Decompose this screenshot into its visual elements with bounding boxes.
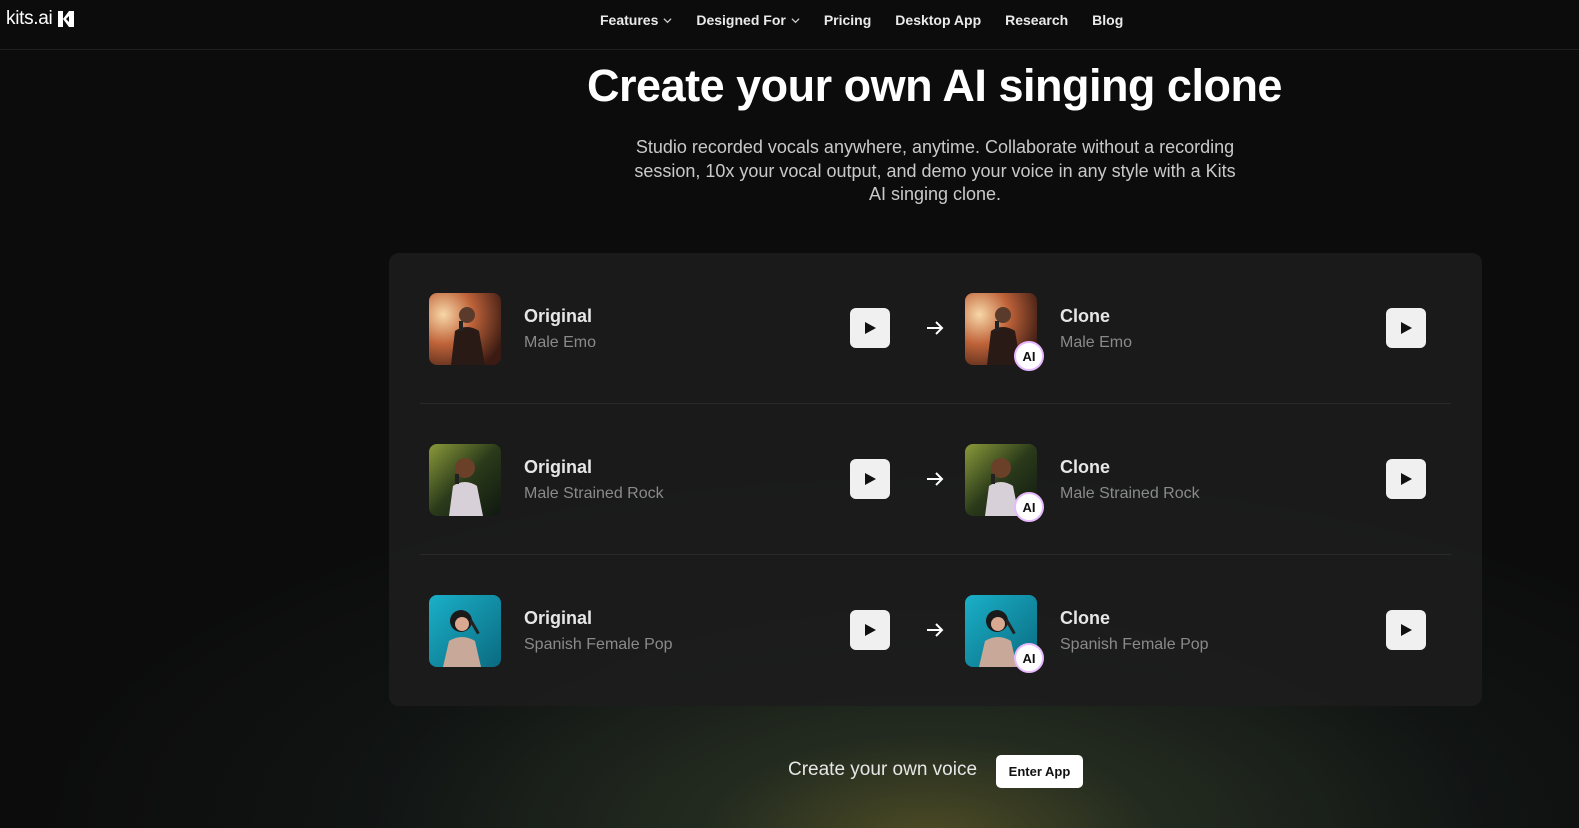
nav-desktop-app[interactable]: Desktop App bbox=[895, 12, 981, 28]
original-style: Male Emo bbox=[524, 334, 597, 351]
nav-features[interactable]: Features bbox=[600, 12, 672, 28]
arrow-right-icon bbox=[927, 623, 944, 637]
logo-text: kits.ai bbox=[6, 8, 53, 29]
nav-desktop-app-label: Desktop App bbox=[895, 12, 982, 28]
nav-pricing-label: Pricing bbox=[823, 12, 872, 28]
original-label: Original bbox=[524, 306, 593, 326]
hero-title: Create your own AI singing clone bbox=[587, 60, 1282, 111]
nav-designed-for-label: Designed For bbox=[696, 12, 786, 28]
comparison-row: Original Male Strained Rock AI Clone Mal… bbox=[389, 404, 1482, 555]
original-singer-image bbox=[429, 444, 501, 516]
nav-research[interactable]: Research bbox=[1005, 12, 1068, 28]
play-icon bbox=[865, 322, 876, 334]
arrow-right-icon bbox=[927, 472, 944, 486]
top-navigation: kits.ai Features Designed For Pricing De… bbox=[0, 0, 1579, 50]
play-icon bbox=[1401, 473, 1412, 485]
cta-text: Create your own voice bbox=[788, 759, 978, 780]
play-icon bbox=[1401, 624, 1412, 636]
nav-designed-for[interactable]: Designed For bbox=[696, 12, 800, 28]
clone-label: Clone bbox=[1060, 306, 1111, 326]
original-singer-image bbox=[429, 595, 501, 667]
chevron-down-icon bbox=[791, 17, 800, 23]
original-style: Male Strained Rock bbox=[524, 485, 664, 502]
clone-style: Male Emo bbox=[1060, 334, 1133, 351]
clone-style: Male Strained Rock bbox=[1060, 485, 1200, 502]
nav-blog[interactable]: Blog bbox=[1092, 12, 1123, 28]
logo-mark-icon bbox=[58, 11, 75, 27]
nav-blog-label: Blog bbox=[1092, 12, 1124, 28]
voice-comparison-card: Original Male Emo AI Clone Male Emo Orig… bbox=[389, 253, 1482, 706]
enter-app-button[interactable]: Enter App bbox=[996, 755, 1083, 788]
play-clone-button[interactable] bbox=[1386, 308, 1426, 348]
clone-label: Clone bbox=[1060, 457, 1111, 477]
chevron-down-icon bbox=[663, 17, 672, 23]
play-clone-button[interactable] bbox=[1386, 610, 1426, 650]
original-style: Spanish Female Pop bbox=[524, 636, 673, 653]
nav-links: Features Designed For Pricing Desktop Ap… bbox=[600, 10, 1123, 30]
ai-badge: AI bbox=[1014, 643, 1044, 673]
ai-badge: AI bbox=[1014, 492, 1044, 522]
original-label: Original bbox=[524, 457, 593, 477]
clone-style: Spanish Female Pop bbox=[1060, 636, 1209, 653]
play-clone-button[interactable] bbox=[1386, 459, 1426, 499]
arrow-right-icon bbox=[927, 321, 944, 335]
kits-logo[interactable]: kits.ai bbox=[6, 8, 75, 30]
play-icon bbox=[1401, 322, 1412, 334]
nav-research-label: Research bbox=[1005, 12, 1069, 28]
play-original-button[interactable] bbox=[850, 459, 890, 499]
play-original-button[interactable] bbox=[850, 610, 890, 650]
ai-badge: AI bbox=[1014, 341, 1044, 371]
play-original-button[interactable] bbox=[850, 308, 890, 348]
nav-pricing[interactable]: Pricing bbox=[824, 12, 871, 28]
nav-features-label: Features bbox=[600, 12, 659, 28]
play-icon bbox=[865, 624, 876, 636]
play-icon bbox=[865, 473, 876, 485]
original-singer-image bbox=[429, 293, 501, 365]
comparison-row: Original Male Emo AI Clone Male Emo bbox=[389, 253, 1482, 404]
original-label: Original bbox=[524, 608, 593, 628]
comparison-row: Original Spanish Female Pop AI Clone Spa… bbox=[389, 555, 1482, 706]
hero-subtitle: Studio recorded vocals anywhere, anytime… bbox=[634, 137, 1236, 204]
clone-label: Clone bbox=[1060, 608, 1111, 628]
